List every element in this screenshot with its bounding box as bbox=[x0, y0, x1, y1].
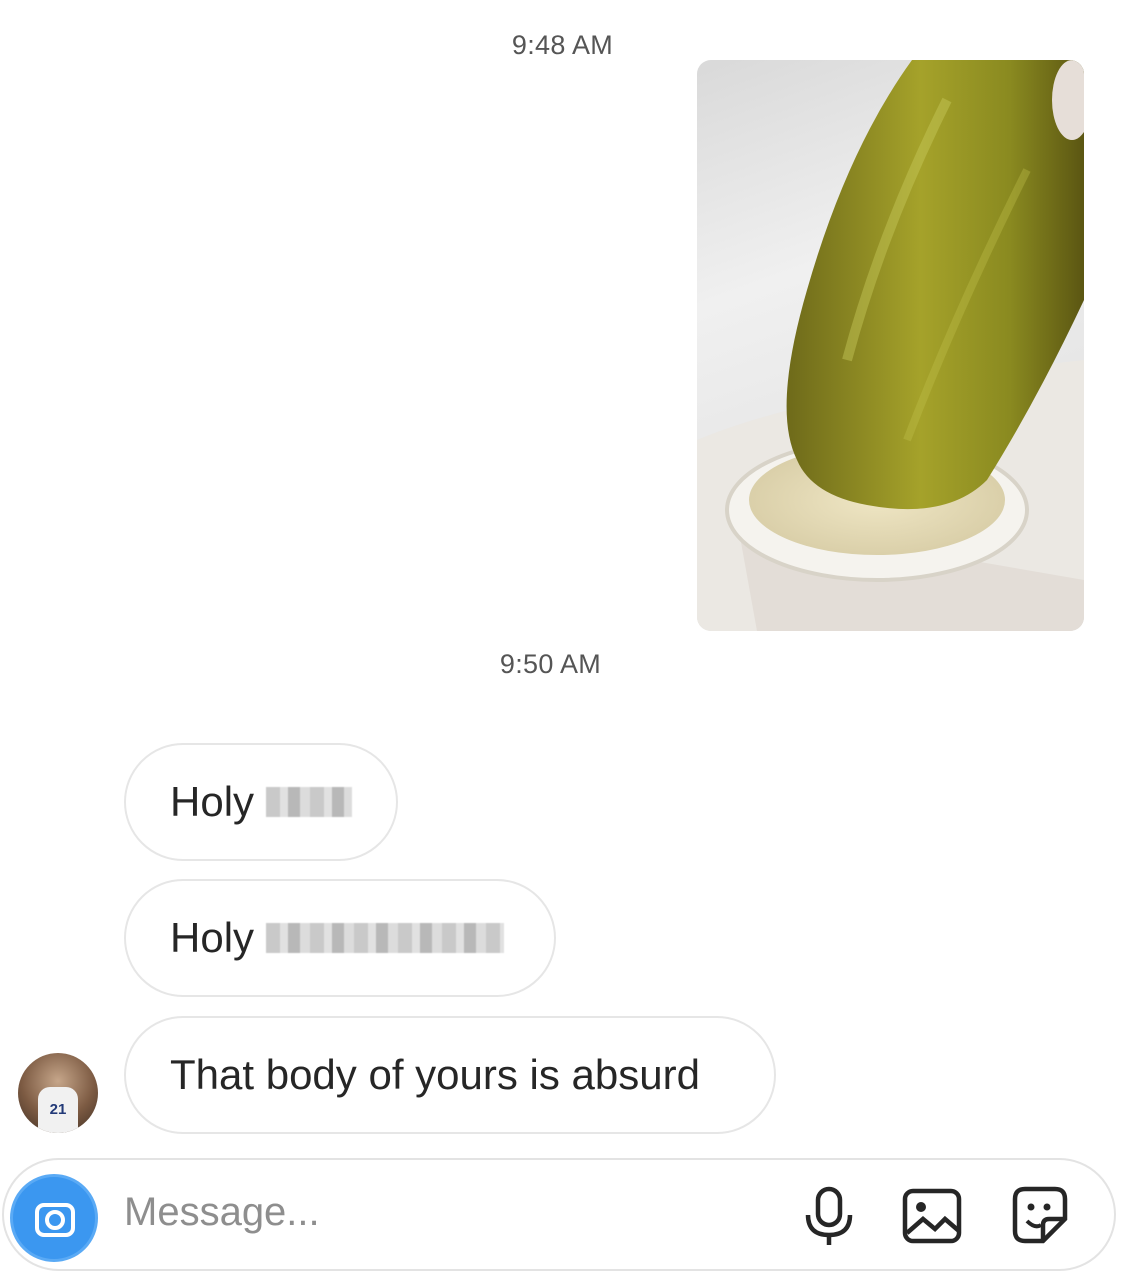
microphone-icon[interactable] bbox=[796, 1183, 862, 1249]
image-icon[interactable] bbox=[899, 1183, 965, 1249]
censored-text bbox=[266, 923, 505, 953]
message-text: Holy bbox=[170, 914, 255, 961]
sticker-icon[interactable] bbox=[1007, 1183, 1073, 1249]
message-input[interactable]: Message... bbox=[124, 1190, 320, 1235]
received-message-bubble[interactable]: Holy bbox=[124, 879, 556, 997]
pickle-photo bbox=[697, 60, 1084, 631]
avatar-jersey: 21 bbox=[38, 1087, 78, 1133]
message-text: Holy bbox=[170, 778, 255, 825]
camera-button[interactable] bbox=[10, 1174, 98, 1262]
camera-icon bbox=[35, 1203, 75, 1237]
received-message-bubble[interactable]: That body of yours is absurd bbox=[124, 1016, 776, 1134]
received-message-bubble[interactable]: Holy bbox=[124, 743, 398, 861]
message-text: That body of yours is absurd bbox=[170, 1051, 700, 1098]
message-timestamp: 9:50 AM bbox=[499, 649, 602, 679]
dm-thread-screen: 9:48 AM 9:50 AM Holy Holy 21 That body o… bbox=[0, 0, 1125, 1271]
sender-avatar[interactable]: 21 bbox=[18, 1053, 98, 1133]
censored-text bbox=[266, 787, 352, 817]
sent-photo-message[interactable] bbox=[697, 60, 1084, 631]
message-timestamp: 9:48 AM bbox=[511, 30, 614, 60]
